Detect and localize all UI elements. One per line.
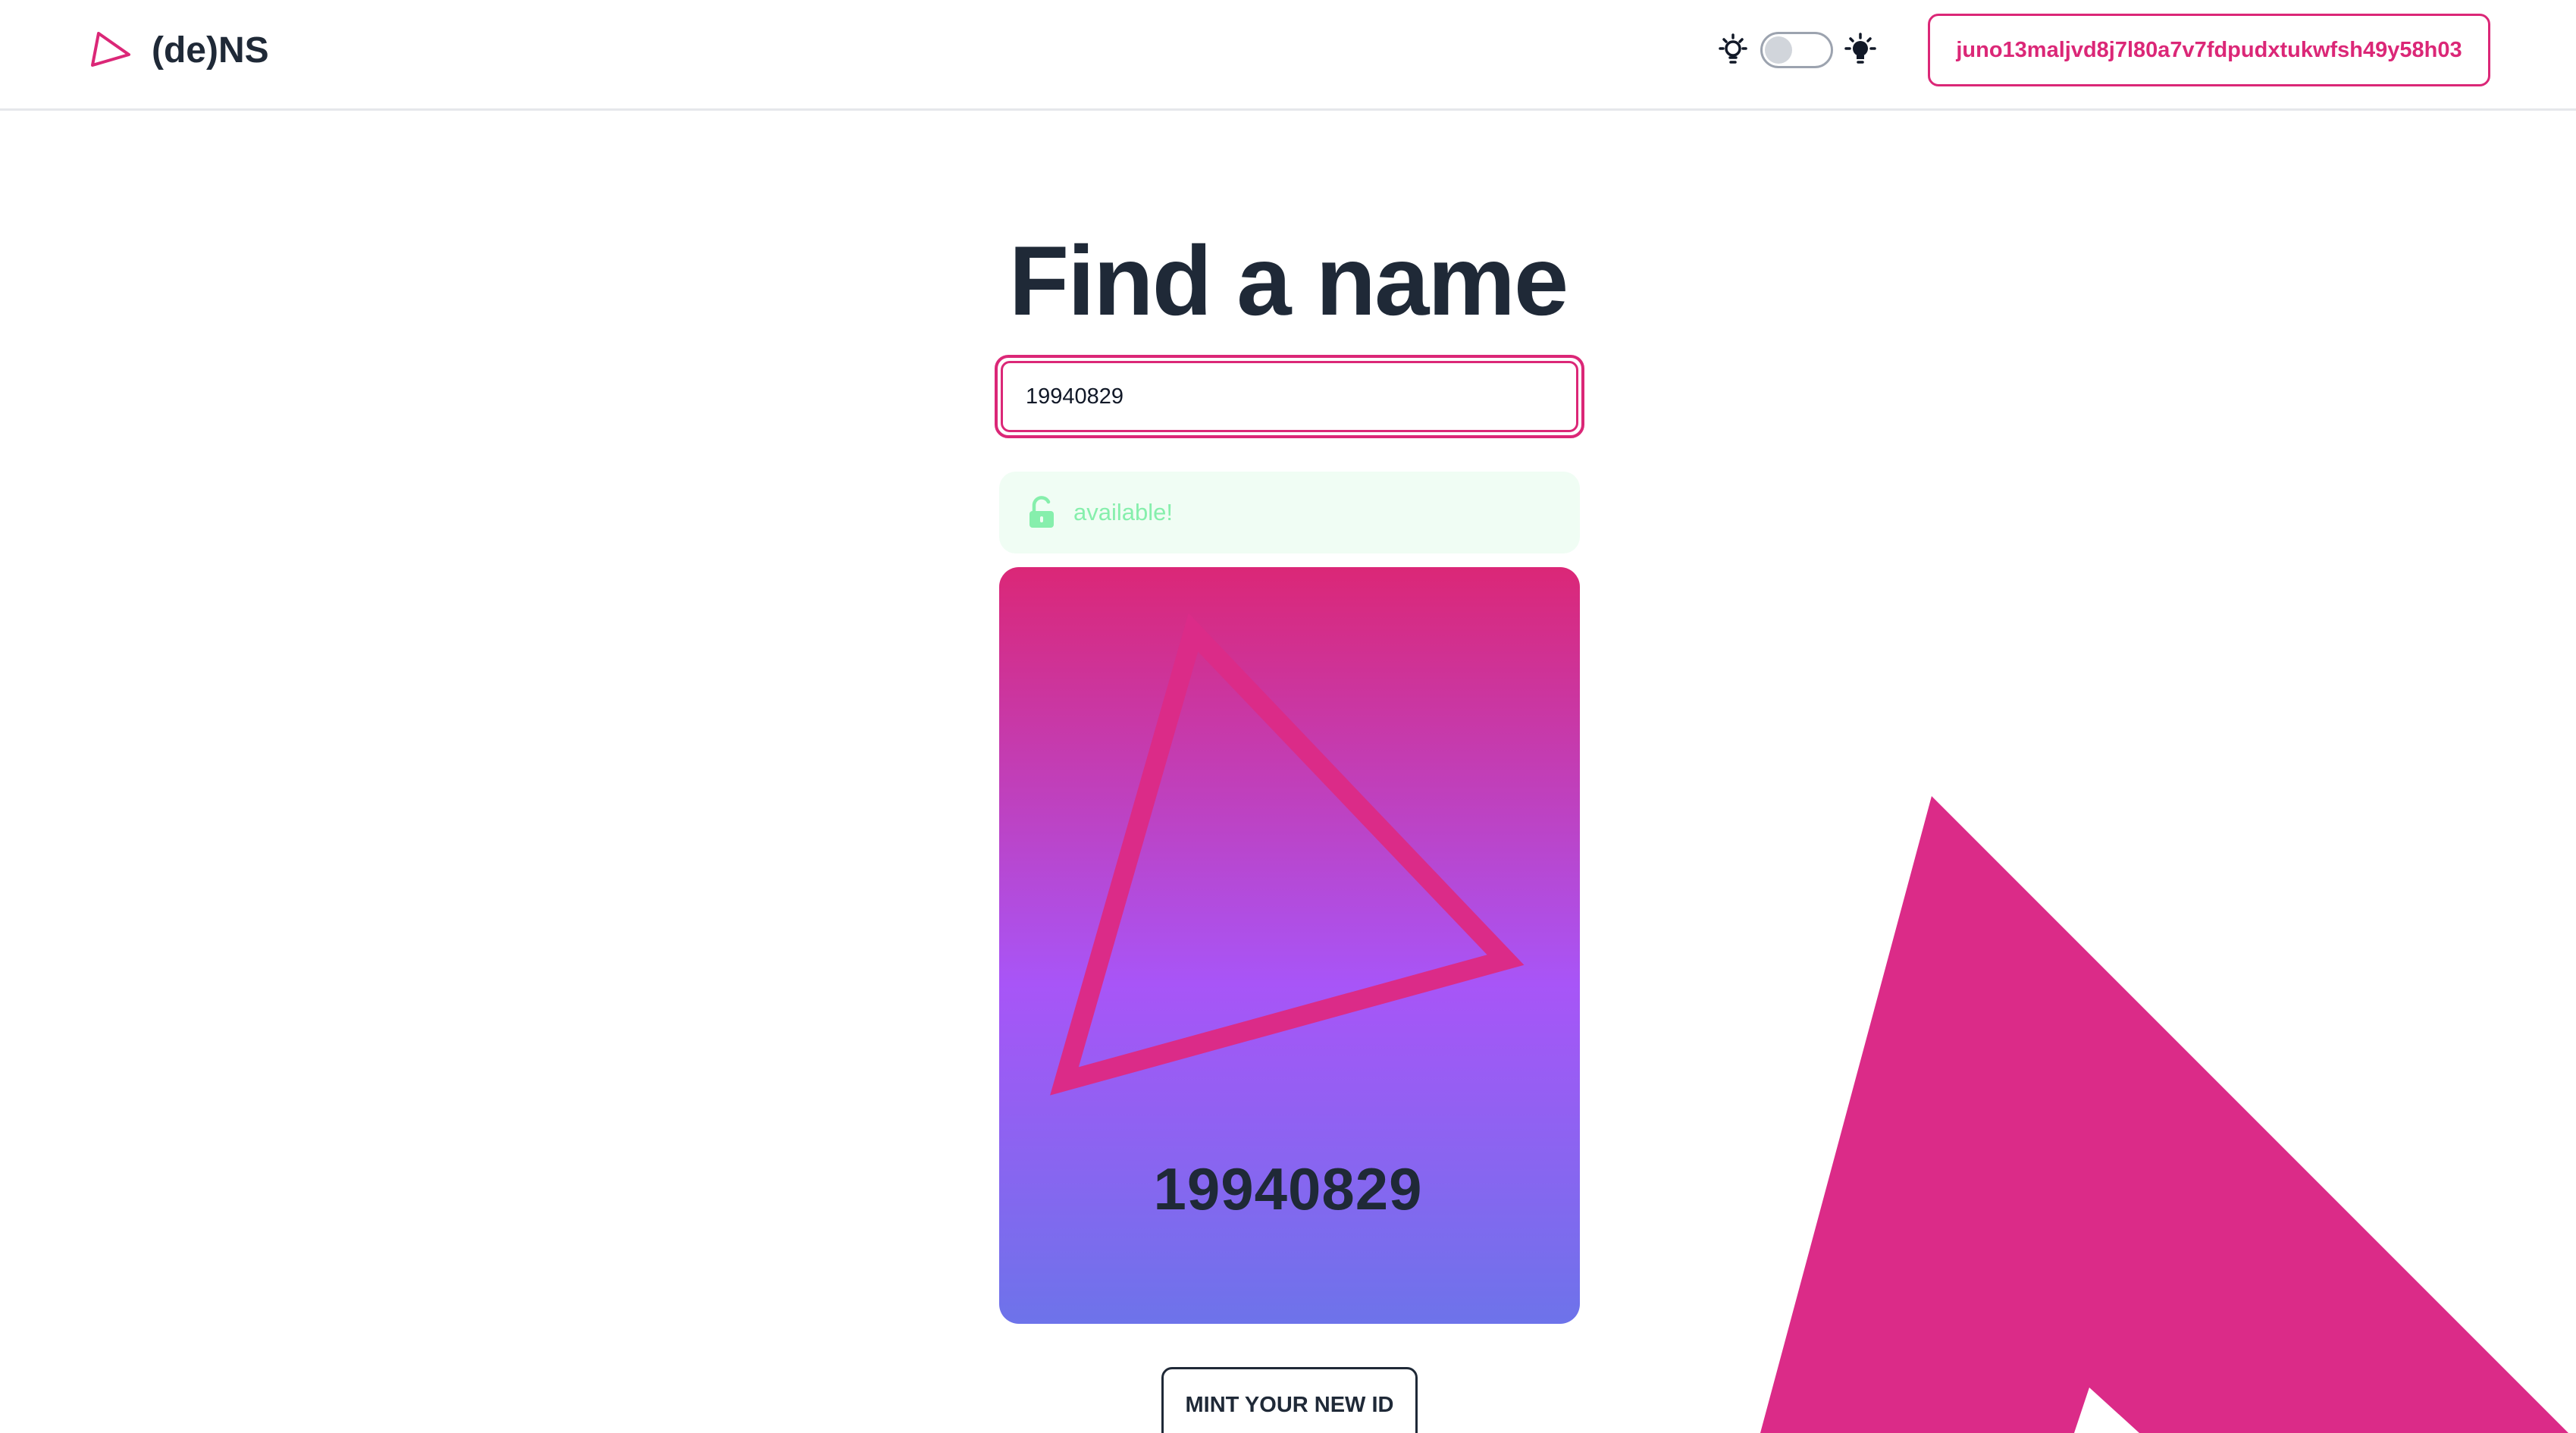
availability-status: available! bbox=[999, 472, 1580, 553]
page: (de)NS juno13maljvd8j7l80a7v7fdpudxtukwf… bbox=[0, 0, 2576, 1433]
mint-id-button[interactable]: MINT YOUR NEW ID bbox=[1161, 1367, 1418, 1433]
card-name-label: 19940829 bbox=[1153, 1155, 1423, 1222]
theme-switch-knob bbox=[1765, 36, 1792, 64]
lightbulb-outline-icon bbox=[1719, 33, 1747, 64]
search-field-wrapper bbox=[995, 355, 1584, 438]
triangle-logo-icon bbox=[91, 32, 130, 67]
brand-logo-link[interactable]: (de)NS bbox=[91, 26, 269, 74]
wallet-address-button[interactable]: juno13maljvd8j7l80a7v7fdpudxtukwfsh49y58… bbox=[1928, 14, 2490, 86]
page-title: Find a name bbox=[1008, 225, 1568, 336]
availability-status-text: available! bbox=[1073, 499, 1173, 525]
name-search-input[interactable] bbox=[1001, 361, 1578, 432]
unlock-icon bbox=[1029, 496, 1054, 528]
brand-name: (de)NS bbox=[152, 30, 269, 71]
lightbulb-filled-icon bbox=[1844, 33, 1876, 64]
theme-toggle-group bbox=[1715, 30, 1879, 70]
top-navbar: (de)NS juno13maljvd8j7l80a7v7fdpudxtukwf… bbox=[0, 0, 2576, 111]
theme-switch[interactable] bbox=[1760, 32, 1833, 68]
